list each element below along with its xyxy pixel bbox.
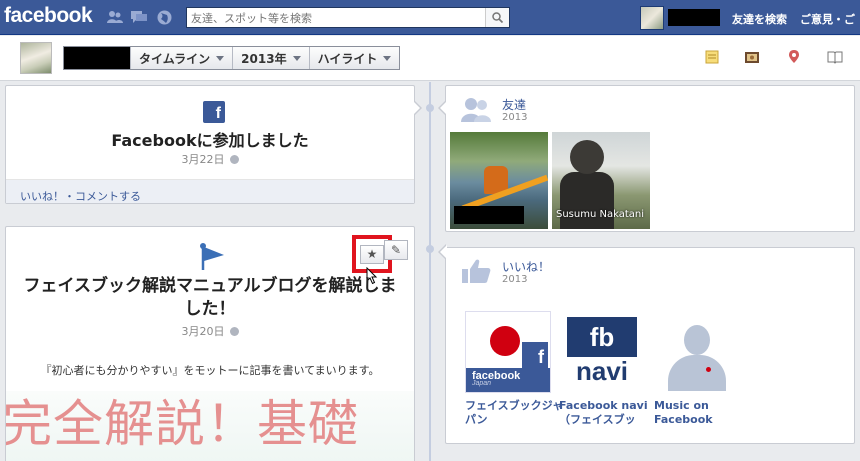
card-footer: いいね！・コメントする	[6, 179, 414, 203]
friend-head	[570, 140, 604, 174]
highlights-dropdown-label: ハイライト	[317, 51, 378, 66]
top-navigation-bar: facebook 友達を検索 ご意見・ご	[0, 0, 860, 35]
liked-page-name[interactable]: Facebook navi（フェイスブッ	[559, 399, 659, 427]
silhouette-head	[684, 325, 710, 355]
event-description: 『初心者にも分かりやすい』をモットーに記事を書いてまいります。	[40, 364, 380, 377]
event-date[interactable]: 3月20日	[6, 323, 414, 339]
chevron-down-icon	[216, 55, 225, 61]
map-pin-icon[interactable]	[785, 48, 803, 66]
search-box[interactable]	[186, 7, 510, 28]
friend-requests-icon[interactable]	[107, 10, 123, 24]
likes-card: いいね！ 2013 f facebook Japan フェイスブックジャパン fb…	[438, 244, 855, 444]
timeline-spine	[429, 82, 431, 461]
year-dropdown-label: 2013年	[241, 51, 287, 66]
profile-name-redacted[interactable]	[64, 47, 130, 69]
friends-year: 2013	[502, 112, 528, 123]
likes-title[interactable]: いいね！	[502, 258, 550, 275]
search-input[interactable]	[191, 10, 481, 26]
friends-title[interactable]: 友達	[502, 96, 526, 113]
timeline-dropdown-label: タイムライン	[139, 51, 211, 66]
friend-name-redacted	[454, 206, 524, 224]
friends-card: 友達 2013 Susumu Nakatani	[438, 85, 855, 232]
liked-page-logo[interactable]: fb navi	[565, 311, 651, 393]
banner-text: 完全解説！基礎	[6, 395, 359, 453]
year-dropdown[interactable]: 2013年	[232, 47, 308, 69]
find-friends-link[interactable]: 友達を検索	[732, 11, 787, 27]
friends-icon	[461, 98, 491, 122]
friend-name: Susumu Nakatani	[556, 209, 645, 220]
life-event-joined-card: f Facebookに参加しました 3月22日 いいね！・コメントする	[5, 85, 422, 204]
card-pointer	[413, 100, 422, 116]
friend-photo[interactable]: Susumu Nakatani	[552, 132, 650, 229]
life-event-blog-card: ★ ✎ フェイスブック解説マニュアルブログを解説しました！ 3月20日 『初心者…	[5, 226, 415, 461]
friend-figure	[560, 172, 614, 229]
japan-flag-sun	[490, 326, 520, 356]
logo-band: facebook Japan	[466, 368, 550, 392]
search-icon	[492, 12, 503, 23]
likes-year: 2013	[502, 274, 528, 285]
globe-icon	[229, 155, 239, 164]
event-date-text: 3月20日	[181, 325, 225, 338]
profile-thumbnail[interactable]	[20, 42, 52, 74]
photos-icon[interactable]	[743, 48, 761, 66]
logo-navi-text: navi	[575, 356, 629, 386]
liked-page-name[interactable]: フェイスブックジャパン	[465, 399, 565, 427]
notes-icon[interactable]	[703, 48, 721, 66]
event-date-text: 3月22日	[181, 153, 225, 166]
microphone-dot	[706, 367, 711, 372]
liked-page-name[interactable]: Music on Facebook	[654, 399, 754, 427]
event-title: フェイスブック解説マニュアルブログを解説しました！	[23, 276, 397, 319]
card-pointer	[438, 244, 447, 260]
silhouette-icon	[668, 355, 726, 391]
user-avatar[interactable]	[640, 6, 664, 30]
flag-icon	[200, 243, 224, 270]
chevron-down-icon	[383, 55, 392, 61]
timeline-dot	[426, 104, 434, 112]
thumbs-up-icon	[462, 259, 491, 283]
facebook-f-icon: f	[522, 342, 548, 368]
book-icon[interactable]	[826, 48, 844, 66]
pencil-icon[interactable]: ✎	[384, 240, 408, 260]
liked-page-logo[interactable]	[653, 311, 739, 393]
timeline-dot	[426, 245, 434, 253]
logo-fb-text: fb	[567, 317, 637, 357]
globe-icon	[229, 327, 239, 336]
user-name-redacted[interactable]	[668, 9, 720, 26]
event-date[interactable]: 3月22日	[6, 151, 414, 167]
feedback-link[interactable]: ご意見・ご	[800, 11, 855, 27]
star-icon[interactable]: ★	[360, 245, 384, 264]
timeline-dropdown[interactable]: タイムライン	[130, 47, 232, 69]
facebook-f-icon: f	[203, 101, 225, 123]
search-button[interactable]	[485, 8, 509, 27]
card-pointer	[438, 100, 447, 116]
chevron-down-icon	[292, 55, 301, 61]
messages-icon[interactable]	[131, 10, 147, 24]
timeline-scrubber: タイムライン 2013年 ハイライト	[63, 46, 401, 70]
liked-page-logo[interactable]: f facebook Japan	[465, 311, 551, 393]
highlights-dropdown[interactable]: ハイライト	[308, 47, 400, 69]
event-banner-image[interactable]: 完全解説！基礎	[6, 391, 414, 461]
notifications-globe-icon[interactable]	[156, 10, 172, 25]
like-comment-link[interactable]: いいね！・コメントする	[20, 190, 141, 203]
event-title: Facebookに参加しました	[111, 131, 309, 150]
friend-photo[interactable]	[450, 132, 548, 229]
facebook-logo[interactable]: facebook	[4, 4, 93, 28]
timeline-header: タイムライン 2013年 ハイライト	[0, 36, 860, 81]
